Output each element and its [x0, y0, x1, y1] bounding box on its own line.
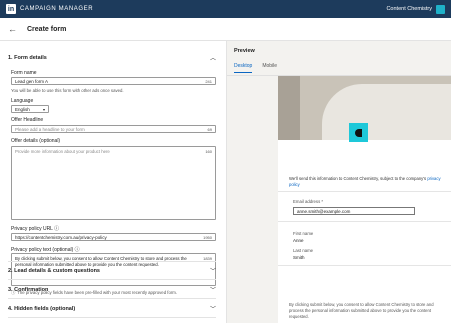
- account-avatar: [436, 4, 445, 14]
- privacy-url-value: https://contentchemistry.com.au/privacy-…: [15, 234, 107, 240]
- preview-divider: [278, 265, 451, 266]
- chevron-down-icon[interactable]: ﹀: [210, 285, 216, 294]
- top-bar: in CAMPAIGN MANAGER Content Chemistry: [0, 0, 451, 18]
- chevron-up-icon[interactable]: ︿: [210, 53, 216, 62]
- preview-panel: Preview Desktop Mobile We'll send this i…: [227, 41, 451, 323]
- offer-headline-input[interactable]: Please add a headline to your form 69: [11, 125, 216, 133]
- info-icon[interactable]: ⓘ: [54, 226, 59, 232]
- language-label: Language: [11, 98, 34, 104]
- first-name-label: First name: [293, 231, 314, 236]
- section-title: 2. Lead details & custom questions: [8, 267, 100, 274]
- section-title: 1. Form details: [8, 54, 47, 61]
- section-divider: [8, 261, 216, 262]
- privacy-text-label: Privacy policy text (optional) ⓘ: [11, 246, 80, 253]
- consent-text-body: We'll send this information to Content C…: [289, 176, 428, 181]
- section-divider: [8, 279, 216, 280]
- form-name-value: Lead gen form A: [15, 78, 49, 84]
- form-name-help: You will be able to use this form with o…: [11, 88, 124, 93]
- char-count: 69: [207, 126, 212, 132]
- offer-details-placeholder: Provide more information about your prod…: [15, 149, 110, 154]
- language-value: English: [15, 106, 30, 112]
- form-editor: 1. Form details ︿ Form name Lead gen for…: [0, 41, 226, 323]
- email-input[interactable]: anne.smith@example.com: [293, 207, 415, 215]
- section-divider: [8, 317, 216, 318]
- email-label: Email address *: [293, 199, 324, 204]
- privacy-url-input[interactable]: https://contentchemistry.com.au/privacy-…: [11, 233, 216, 241]
- char-count: 1950: [203, 234, 212, 240]
- back-arrow-icon[interactable]: ←: [8, 24, 17, 34]
- form-name-label: Form name: [11, 70, 37, 76]
- company-logo: [349, 123, 368, 142]
- account-switcher[interactable]: Content Chemistry: [386, 4, 445, 14]
- section-form-details[interactable]: 1. Form details ︿: [8, 53, 216, 63]
- banner-shape: [322, 84, 451, 140]
- last-name-value: Smith: [293, 255, 305, 260]
- account-name: Content Chemistry: [386, 6, 432, 12]
- section-title: 3. Confirmation: [8, 286, 49, 293]
- section-confirmation[interactable]: 3. Confirmation ﹀: [8, 285, 216, 295]
- section-title: 4. Hidden fields (optional): [8, 305, 76, 312]
- offer-details-label: Offer details (optional): [11, 138, 61, 144]
- section-divider: [8, 298, 216, 299]
- offer-headline-placeholder: Please add a headline to your form: [15, 126, 85, 132]
- preview-card: We'll send this information to Content C…: [278, 76, 451, 323]
- page-header: ← Create form: [0, 18, 451, 41]
- preview-tabs: Desktop Mobile: [234, 63, 277, 73]
- linkedin-logo-icon[interactable]: in: [6, 4, 16, 14]
- section-lead-details[interactable]: 2. Lead details & custom questions ﹀: [8, 266, 216, 276]
- consent-text: We'll send this information to Content C…: [289, 176, 444, 188]
- preview-footer-text: By clicking submit below, you consent to…: [289, 302, 434, 320]
- tab-desktop[interactable]: Desktop: [234, 63, 253, 73]
- app-title: CAMPAIGN MANAGER: [20, 6, 94, 12]
- form-name-input[interactable]: Lead gen form A 241: [11, 77, 216, 85]
- preview-title: Preview: [234, 48, 255, 54]
- privacy-url-label-text: Privacy policy URL: [11, 226, 53, 232]
- section-hidden-fields[interactable]: 4. Hidden fields (optional) ﹀: [8, 304, 216, 314]
- email-value: anne.smith@example.com: [297, 208, 351, 214]
- tab-mobile[interactable]: Mobile: [262, 63, 277, 73]
- char-count: 241: [205, 78, 212, 84]
- page-title: Create form: [27, 25, 67, 33]
- language-select[interactable]: English ▾: [11, 105, 49, 113]
- preview-divider: [278, 221, 451, 222]
- privacy-url-label: Privacy policy URL ⓘ: [11, 225, 59, 232]
- offer-headline-label: Offer Headline: [11, 117, 44, 123]
- offer-details-textarea[interactable]: Provide more information about your prod…: [11, 146, 216, 220]
- first-name-value: Anne: [293, 238, 304, 243]
- banner-shape: [278, 76, 300, 140]
- chevron-down-icon[interactable]: ﹀: [210, 304, 216, 313]
- last-name-label: Last name: [293, 248, 314, 253]
- lightbulb-icon: [355, 128, 362, 137]
- chevron-down-icon[interactable]: ﹀: [210, 266, 216, 275]
- preview-divider: [278, 191, 451, 192]
- char-count: 160: [205, 149, 212, 154]
- caret-down-icon: ▾: [42, 106, 45, 112]
